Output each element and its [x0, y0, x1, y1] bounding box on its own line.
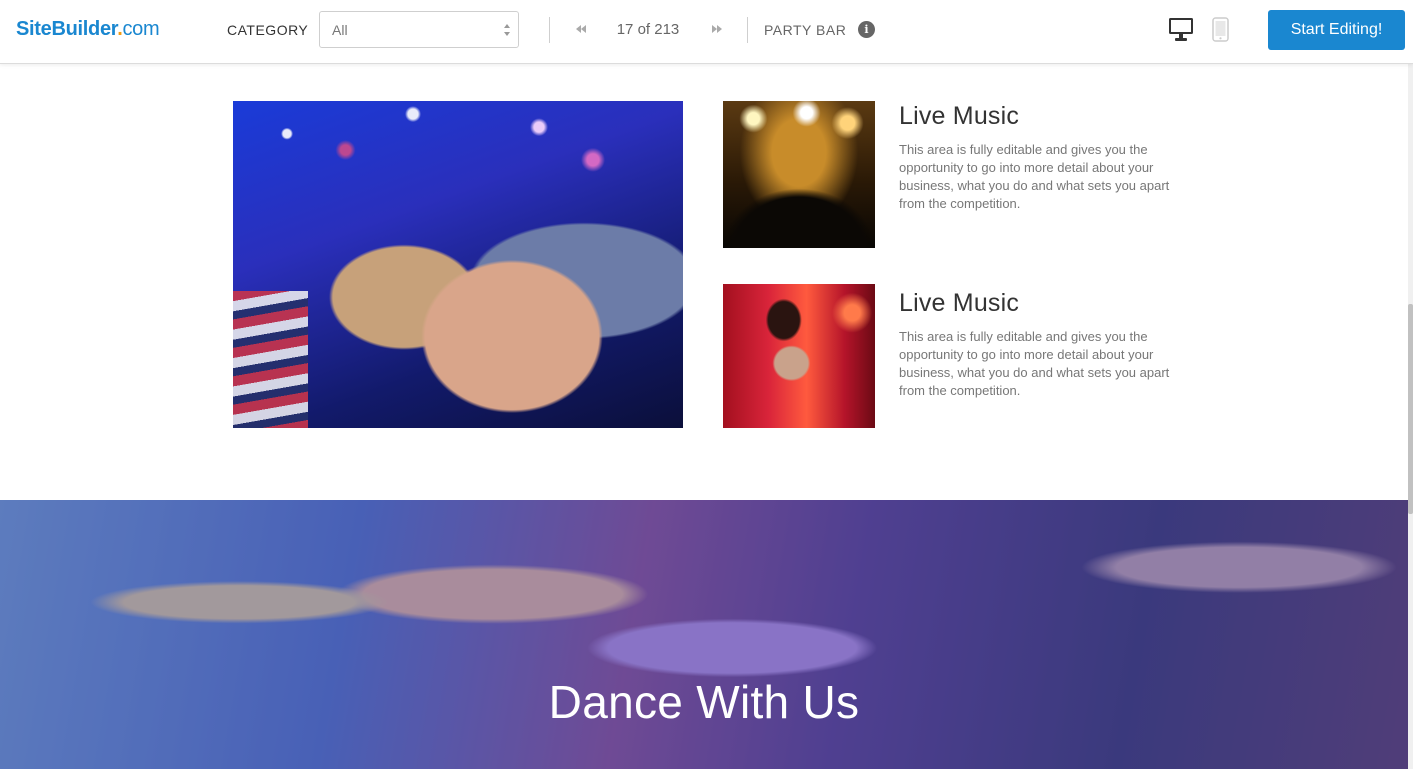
- party-crowd-photo: [233, 101, 683, 428]
- toolbar-divider: [747, 17, 748, 43]
- feature-text: This area is fully editable and gives yo…: [899, 142, 1170, 211]
- select-arrows-icon: [504, 24, 510, 36]
- scrollbar-thumb[interactable]: [1408, 304, 1413, 514]
- logo-tld: com: [122, 18, 160, 40]
- desktop-icon[interactable]: [1168, 17, 1194, 42]
- top-toolbar: SiteBuilder.com CATEGORY All 17 of 213 P…: [0, 0, 1413, 64]
- feature-text: This area is fully editable and gives yo…: [899, 329, 1170, 398]
- mobile-icon[interactable]: [1212, 17, 1229, 42]
- template-name: PARTY BAR: [764, 22, 847, 38]
- feature-title: Live Music: [899, 289, 1020, 317]
- category-select-value: All: [332, 22, 348, 38]
- template-pager-count: 17 of 213: [616, 21, 680, 38]
- page-scrollbar[interactable]: [1408, 64, 1413, 769]
- hero-banner: Dance With Us: [0, 500, 1408, 769]
- sitebuilder-logo[interactable]: SiteBuilder.com: [16, 18, 160, 41]
- category-select[interactable]: All: [319, 11, 519, 48]
- photo-detail: [233, 291, 308, 428]
- feature-title: Live Music: [899, 102, 1020, 130]
- concert-crowd-photo: [723, 101, 875, 248]
- previous-icon[interactable]: [573, 22, 589, 36]
- hero-title: Dance With Us: [548, 676, 860, 728]
- toolbar-divider: [549, 17, 550, 43]
- category-label: CATEGORY: [227, 22, 309, 38]
- next-icon[interactable]: [709, 22, 725, 36]
- photo-detail: [723, 188, 875, 248]
- dancing-woman-photo: [723, 284, 875, 428]
- info-icon[interactable]: i: [858, 21, 875, 38]
- logo-brand: SiteBuilder: [16, 18, 118, 40]
- start-editing-button[interactable]: Start Editing!: [1268, 10, 1405, 50]
